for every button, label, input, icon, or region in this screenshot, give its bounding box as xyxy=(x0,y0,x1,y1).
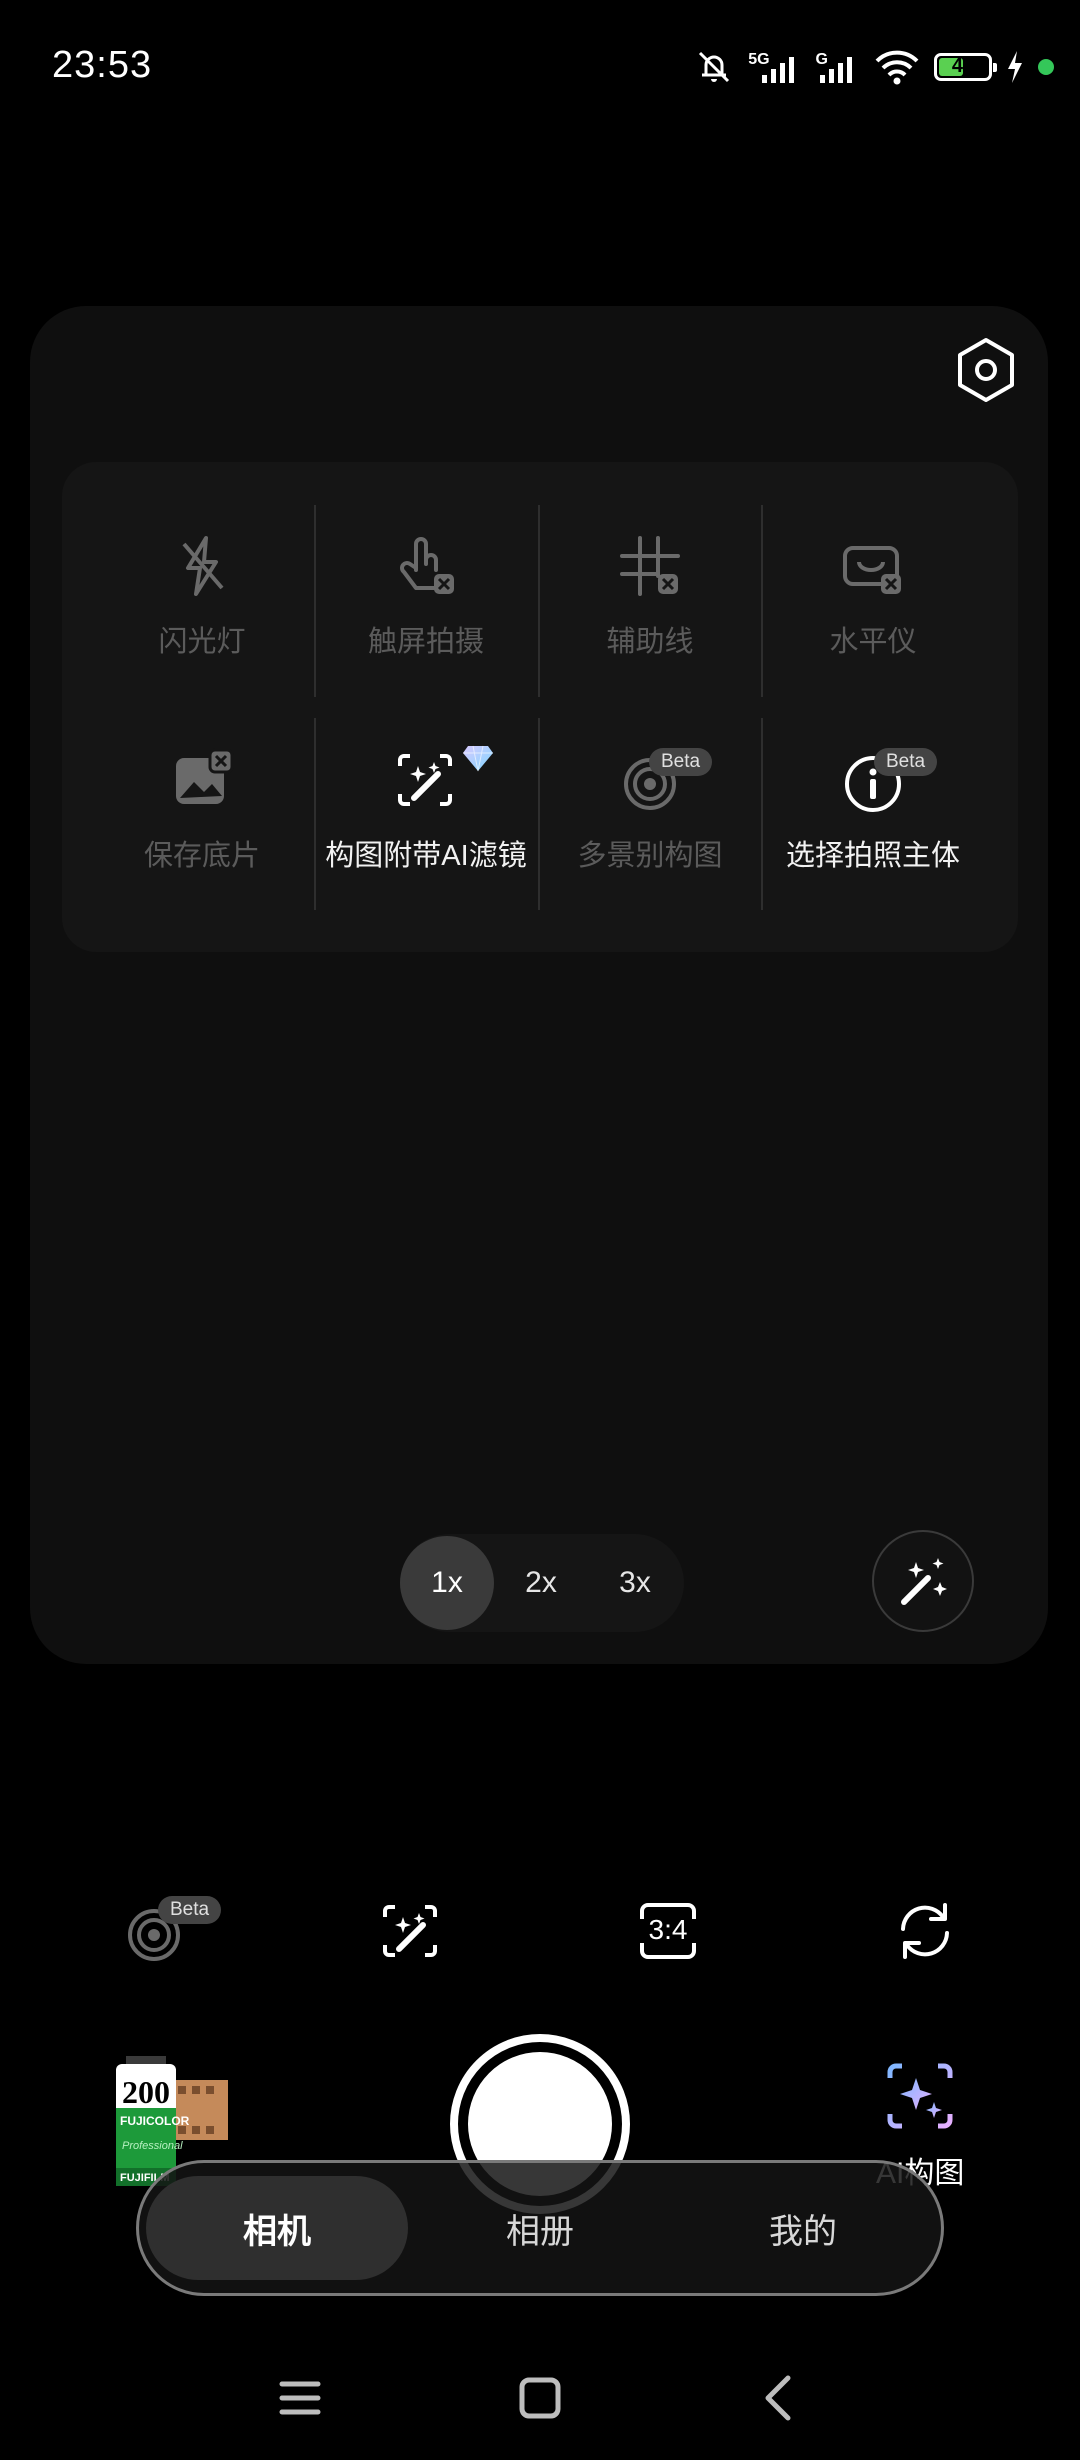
privacy-dot-icon xyxy=(1038,59,1054,75)
diamond-icon xyxy=(463,745,493,772)
menu-grid-lines-label: 辅助线 xyxy=(606,626,694,658)
battery-icon: 47 xyxy=(934,53,997,81)
level-icon xyxy=(843,546,901,594)
aspect-ratio-label: 3:4 xyxy=(648,1914,688,1945)
status-time: 23:53 xyxy=(52,44,153,86)
menu-level[interactable]: 水平仪 xyxy=(761,502,985,692)
beta-badge: Beta xyxy=(158,1896,222,1924)
menu-save-negative-label: 保存底片 xyxy=(143,840,260,872)
menu-touch-shoot-label: 触屏拍摄 xyxy=(367,626,484,658)
home-icon[interactable] xyxy=(510,2368,570,2428)
ai-sparkle-frame-icon[interactable] xyxy=(880,2056,960,2136)
menu-save-negative[interactable]: 保存底片 xyxy=(90,716,314,906)
tab-mine[interactable]: 我的 xyxy=(672,2176,934,2280)
settings-hexagon-icon[interactable] xyxy=(954,336,1018,404)
switch-camera-icon[interactable] xyxy=(889,1895,961,1967)
status-icons: 5G G 47 xyxy=(694,42,1054,92)
menu-touch-shoot[interactable]: 触屏拍摄 xyxy=(314,502,538,692)
bell-muted-icon xyxy=(699,51,730,83)
signal-g-label: G xyxy=(815,51,828,68)
back-icon[interactable] xyxy=(750,2368,810,2428)
menu-flash-label: 闪光灯 xyxy=(158,626,246,658)
touch-shoot-icon xyxy=(400,537,454,594)
wifi-icon xyxy=(875,50,919,85)
menu-ai-filter[interactable]: 构图附带AI滤镜 xyxy=(314,716,538,906)
beta-badge: Beta xyxy=(649,748,713,776)
menu-select-subject[interactable]: 选择拍照主体 xyxy=(761,716,985,906)
menu-select-subject-label: 选择拍照主体 xyxy=(785,840,960,872)
menu-multi-scene-label: 多景别构图 xyxy=(577,840,723,872)
save-negative-icon xyxy=(176,748,234,804)
grid-lines-icon xyxy=(620,536,680,596)
film-speed: 200 xyxy=(122,2074,170,2110)
menu-multi-scene[interactable]: 多景别构图 xyxy=(538,716,762,906)
ai-filter-wand-icon[interactable] xyxy=(375,1895,447,1967)
film-sub: Professional xyxy=(122,2140,183,2152)
film-brand: FUJICOLOR xyxy=(120,2114,190,2128)
aspect-ratio-button[interactable]: 3:4 xyxy=(632,1895,704,1967)
beta-badge: Beta xyxy=(874,748,938,776)
magic-wand-sparkle-icon xyxy=(901,1558,947,1605)
magic-wand-button[interactable] xyxy=(872,1530,974,1632)
battery-level: 47 xyxy=(951,55,975,77)
ai-filter-wand-icon xyxy=(398,754,452,806)
charging-bolt-icon xyxy=(1008,51,1022,83)
tab-album[interactable]: 相册 xyxy=(409,2176,671,2280)
signal-5g-label: 5G xyxy=(748,51,770,68)
menu-level-label: 水平仪 xyxy=(829,626,917,658)
zoom-1x[interactable]: 1x xyxy=(400,1536,494,1630)
zoom-3x[interactable]: 3x xyxy=(588,1536,682,1630)
flash-off-icon xyxy=(182,536,224,596)
menu-flash[interactable]: 闪光灯 xyxy=(90,502,314,692)
menu-icon[interactable] xyxy=(270,2368,330,2428)
tab-camera[interactable]: 相机 xyxy=(146,2176,408,2280)
menu-ai-filter-label: 构图附带AI滤镜 xyxy=(325,840,527,872)
menu-grid-lines[interactable]: 辅助线 xyxy=(538,502,762,692)
zoom-2x[interactable]: 2x xyxy=(494,1536,588,1630)
